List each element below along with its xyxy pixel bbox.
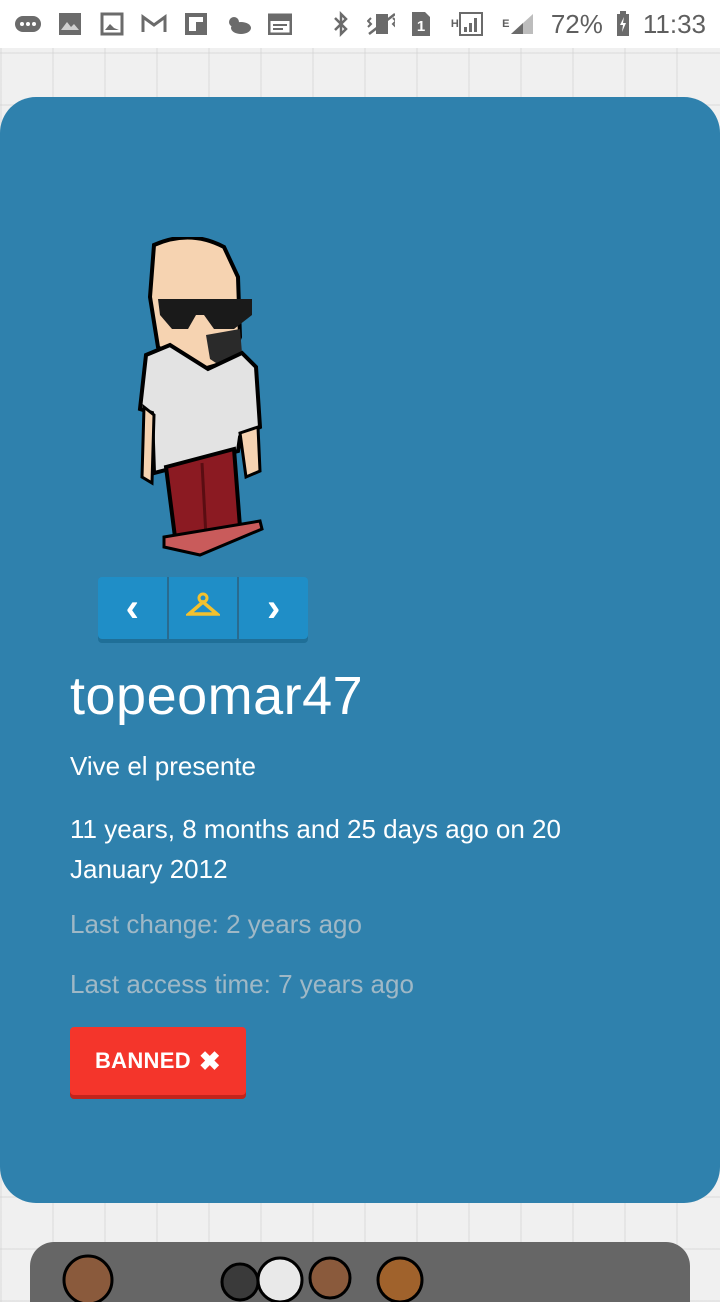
- username: topeomar47: [70, 666, 364, 726]
- sim-label: 1: [417, 18, 425, 35]
- sim-icon: 1: [407, 10, 435, 38]
- member-since: 11 years, 8 months and 25 days ago on 20…: [70, 814, 561, 884]
- vibrate-icon: [366, 10, 395, 38]
- clock: 11:33: [642, 8, 706, 39]
- chat-icon: [14, 10, 42, 38]
- status-bar: 1 H E 72% 11:33: [0, 0, 720, 48]
- gmail-icon: [140, 10, 168, 38]
- weather-icon: [224, 10, 252, 38]
- friend-avatar: [256, 1256, 304, 1302]
- next-look-button[interactable]: ›: [239, 577, 308, 639]
- network-h-label: H: [450, 18, 459, 30]
- system-icons: 1 H E 72% 11:33: [327, 9, 706, 40]
- last-access: Last access time: 7 years ago: [70, 969, 414, 999]
- calendar-icon: [266, 10, 294, 38]
- close-icon: ✖: [198, 1045, 221, 1076]
- friend-avatar: [62, 1254, 114, 1302]
- last-change: Last change: 2 years ago: [70, 909, 362, 939]
- avatar-controls: ‹ ›: [98, 577, 308, 639]
- battery-icon: [615, 10, 631, 38]
- notification-icons: [14, 10, 294, 38]
- hanger-icon: [184, 592, 222, 625]
- chevron-right-icon: ›: [267, 586, 281, 630]
- avatar: [130, 235, 270, 567]
- network-e-label: E: [502, 18, 510, 30]
- banned-badge[interactable]: BANNED ✖: [70, 1027, 246, 1095]
- friend-avatar: [308, 1256, 352, 1300]
- prev-look-button[interactable]: ‹: [98, 577, 169, 639]
- friends-preview-card[interactable]: [30, 1242, 690, 1302]
- signal-h-icon: H: [447, 10, 487, 38]
- photo-icon: [56, 10, 84, 38]
- motto: Vive el presente: [70, 751, 256, 781]
- banned-label: BANNED: [94, 1048, 191, 1073]
- battery-percent: 72%: [550, 8, 603, 39]
- flipboard-icon: [182, 10, 210, 38]
- wardrobe-button[interactable]: [169, 577, 240, 639]
- chevron-left-icon: ‹: [125, 586, 139, 630]
- friend-avatar: [376, 1256, 424, 1302]
- signal-e-icon: E: [499, 10, 539, 38]
- profile-card: ‹ › topeomar47 Vive el presente 11 years…: [0, 97, 720, 1203]
- friend-avatar: [220, 1262, 260, 1302]
- bluetooth-icon: [327, 10, 355, 38]
- image-icon: [98, 10, 126, 38]
